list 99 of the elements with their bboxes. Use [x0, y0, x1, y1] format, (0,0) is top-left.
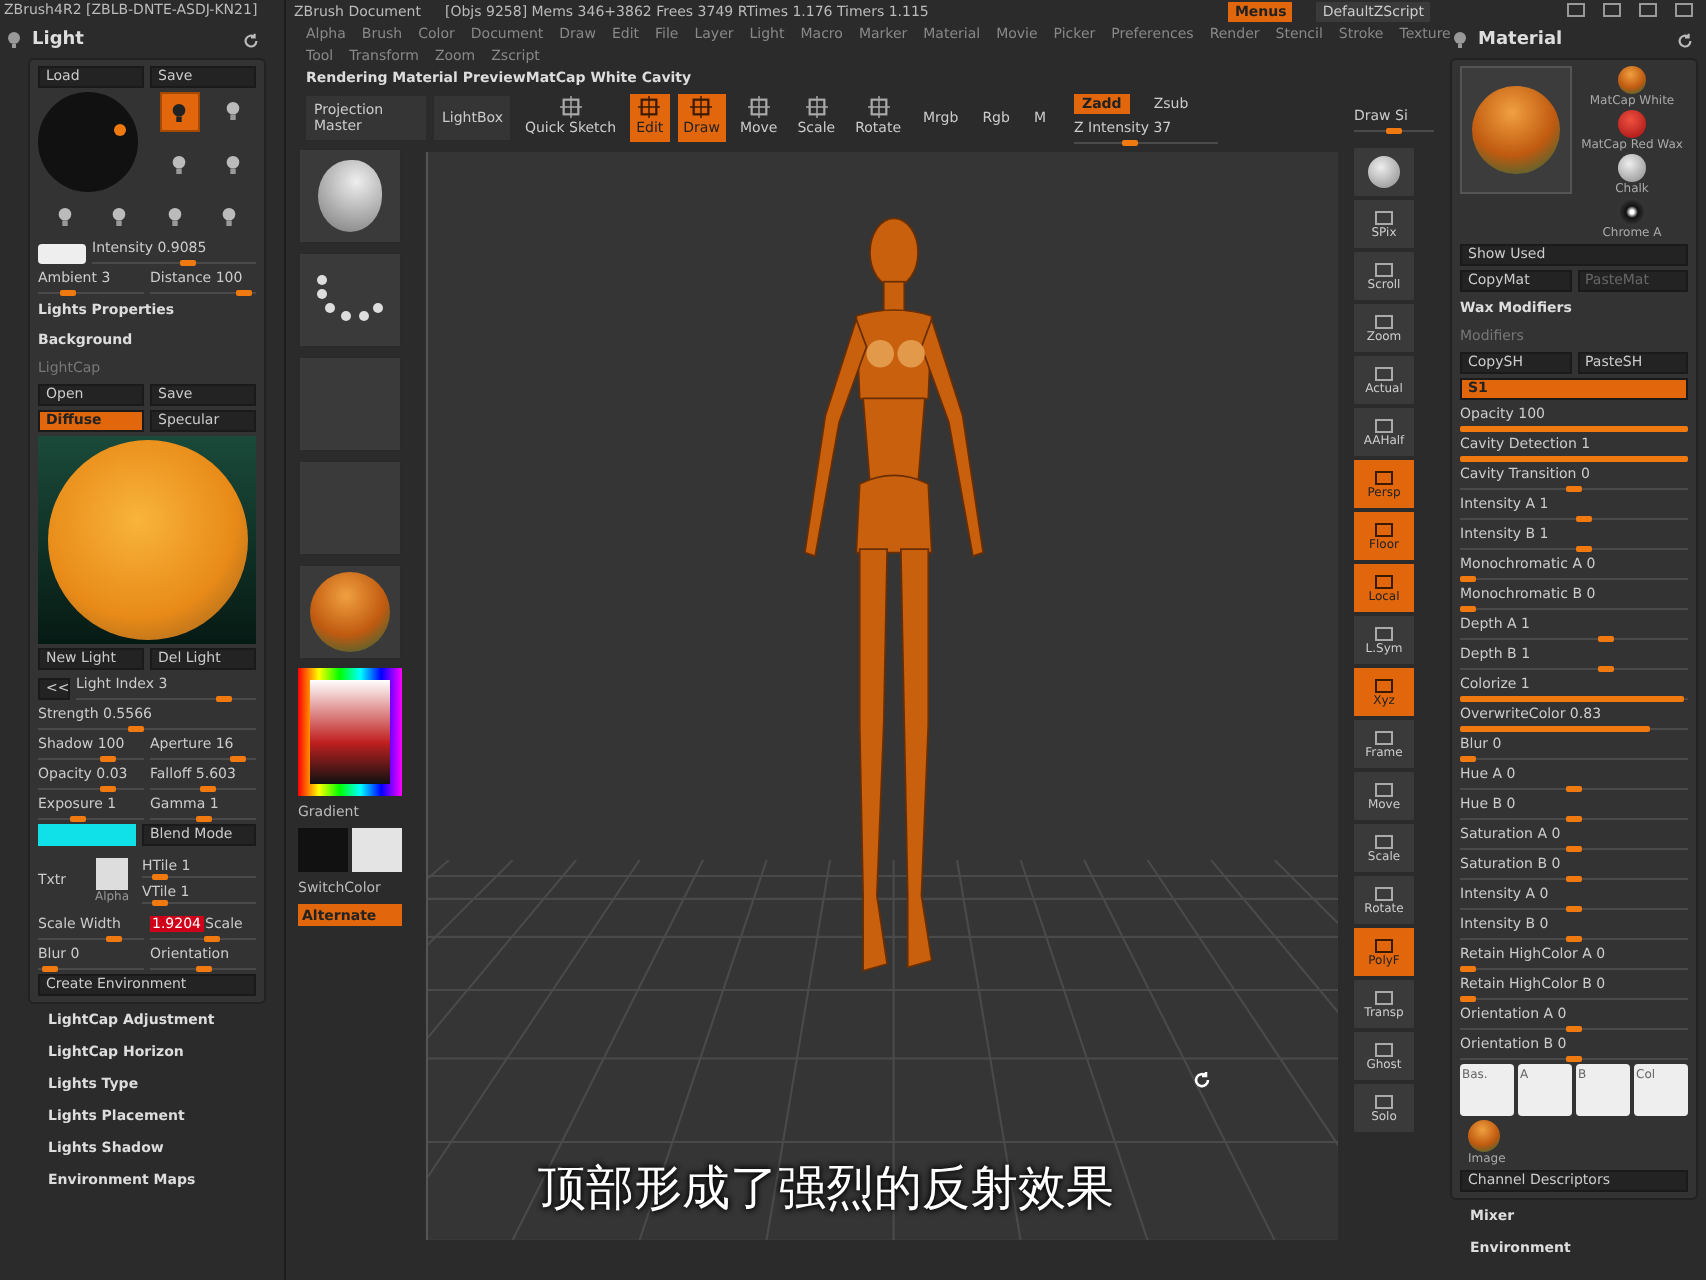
- view-icon: [1372, 885, 1396, 901]
- slider-thumb[interactable]: [1460, 606, 1476, 612]
- light-bulb-icon: [165, 205, 184, 227]
- slider-thumb[interactable]: [151, 900, 168, 906]
- tool-icon: [690, 96, 713, 118]
- slider-thumb[interactable]: [69, 816, 86, 822]
- slider-thumb[interactable]: [235, 290, 252, 296]
- slider-thumb[interactable]: [1460, 576, 1476, 582]
- slider-thumb[interactable]: [1566, 486, 1582, 492]
- view-icon: [1372, 729, 1396, 745]
- view-icon: [1372, 417, 1396, 433]
- slider-thumb[interactable]: [128, 726, 145, 732]
- slider-thumb[interactable]: [180, 260, 197, 266]
- color-swatch[interactable]: [38, 824, 136, 846]
- shelf-thumbnail[interactable]: [298, 252, 402, 348]
- slider-thumb[interactable]: [1460, 426, 1688, 432]
- slider-thumb[interactable]: [1460, 696, 1684, 702]
- panel-title: Light: [32, 30, 84, 50]
- tool-icon: [638, 96, 661, 118]
- slider-thumb[interactable]: [1597, 636, 1614, 642]
- view-icon: [1372, 365, 1396, 381]
- light-bulb-icon: [110, 205, 129, 227]
- slider-thumb[interactable]: [1576, 546, 1593, 552]
- view-icon: [1372, 781, 1396, 797]
- view-icon: [1372, 209, 1396, 225]
- slider-thumb[interactable]: [195, 816, 211, 822]
- slider-thumb[interactable]: [199, 786, 216, 792]
- slider-thumb[interactable]: [1460, 726, 1650, 732]
- view-icon: [1372, 625, 1396, 641]
- slider-thumb[interactable]: [1576, 516, 1593, 522]
- viewport-canvas[interactable]: [426, 152, 1338, 1240]
- slider-thumb[interactable]: [1566, 876, 1582, 882]
- light-bulb-icon: [56, 205, 75, 227]
- slider-thumb[interactable]: [151, 874, 168, 880]
- shelf-thumbnail[interactable]: [298, 564, 402, 660]
- view-icon: [1372, 677, 1396, 693]
- light-bulb-icon: [170, 101, 189, 123]
- slider-thumb[interactable]: [105, 936, 122, 942]
- slider-thumb[interactable]: [100, 786, 117, 792]
- view-icon: [1372, 469, 1396, 485]
- panel-icon: [4, 30, 24, 50]
- slider-thumb[interactable]: [1566, 846, 1582, 852]
- slider-thumb[interactable]: [1566, 786, 1582, 792]
- view-icon: [1372, 313, 1396, 329]
- view-icon: [1372, 521, 1396, 537]
- material-thumbnail[interactable]: [1618, 198, 1646, 226]
- slider-thumb[interactable]: [100, 756, 117, 762]
- slider-thumb[interactable]: [1566, 1026, 1582, 1032]
- slider-thumb[interactable]: [42, 966, 59, 972]
- color-picker[interactable]: [298, 668, 402, 796]
- material-thumbnail[interactable]: [1618, 66, 1646, 94]
- view-icon: [1372, 989, 1396, 1005]
- slider-thumb[interactable]: [1460, 996, 1476, 1002]
- slider-thumb[interactable]: [1121, 139, 1138, 145]
- slider-thumb[interactable]: [1597, 666, 1614, 672]
- image-thumbnail[interactable]: [1468, 1120, 1500, 1152]
- slider-thumb[interactable]: [204, 936, 220, 942]
- tool-icon: [805, 96, 828, 118]
- slider-thumb[interactable]: [60, 290, 77, 296]
- light-bulb-icon: [219, 205, 238, 227]
- light-bulb-icon: [223, 99, 242, 121]
- light-bulb-button[interactable]: [159, 92, 200, 132]
- refresh-icon[interactable]: [242, 31, 260, 49]
- slider-thumb[interactable]: [215, 696, 232, 702]
- slider-thumb[interactable]: [1460, 456, 1688, 462]
- view-icon: [1372, 1041, 1396, 1057]
- slider-thumb[interactable]: [1566, 816, 1582, 822]
- light-bulb-icon: [170, 154, 189, 176]
- tool-icon: [559, 96, 582, 118]
- rotate-cursor-icon: [1190, 1068, 1214, 1092]
- view-icon: [1372, 937, 1396, 953]
- slider-thumb[interactable]: [1386, 127, 1402, 133]
- material-sphere-thumbnail[interactable]: [1460, 66, 1572, 194]
- light-color-swatch[interactable]: [38, 244, 86, 264]
- slider-thumb[interactable]: [1566, 936, 1582, 942]
- main-color-swatch[interactable]: [298, 828, 348, 872]
- tool-icon: [867, 96, 890, 118]
- view-icon: [1372, 833, 1396, 849]
- light-bulb-icon: [223, 154, 242, 176]
- subtitle-caption: 顶部形成了强烈的反射效果: [538, 1158, 1114, 1220]
- view-icon: [1372, 261, 1396, 277]
- view-icon: [1372, 573, 1396, 589]
- slider-thumb[interactable]: [230, 756, 247, 762]
- slider-thumb[interactable]: [1460, 756, 1476, 762]
- slider-thumb[interactable]: [195, 966, 211, 972]
- panel-icon: [1450, 30, 1470, 50]
- material-thumbnail[interactable]: [1618, 110, 1646, 138]
- texture-slot[interactable]: [96, 857, 128, 889]
- slider-thumb[interactable]: [1566, 906, 1582, 912]
- material-thumbnail[interactable]: [1618, 154, 1646, 182]
- shelf-thumbnail[interactable]: [298, 148, 402, 244]
- refresh-icon[interactable]: [1676, 31, 1694, 49]
- tool-icon: [747, 96, 770, 118]
- slider-thumb[interactable]: [1460, 966, 1476, 972]
- view-icon: [1372, 1093, 1396, 1109]
- panel-title: Material: [1478, 30, 1563, 50]
- light-dot-icon[interactable]: [114, 124, 126, 136]
- secondary-color-swatch[interactable]: [352, 828, 402, 872]
- slider-thumb[interactable]: [1566, 1056, 1582, 1062]
